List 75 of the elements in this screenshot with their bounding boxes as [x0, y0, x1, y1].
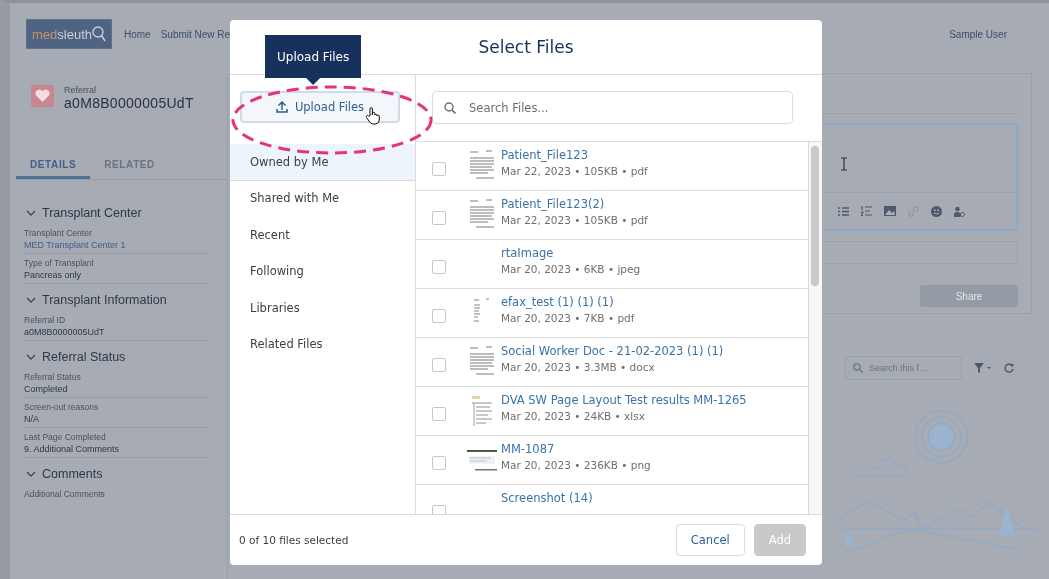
dialog-title: Select Files [478, 37, 574, 57]
magnifier-icon [92, 26, 106, 42]
checkbox[interactable] [432, 407, 446, 421]
scrollbar[interactable] [809, 142, 822, 514]
refresh-icon[interactable] [1004, 362, 1015, 374]
field-label: Screen-out reasons [24, 402, 100, 412]
chevron-down-icon[interactable] [26, 470, 36, 478]
record-tab[interactable]: DETAILS [16, 151, 91, 179]
checkbox[interactable] [432, 211, 446, 225]
file-details: Mar 22, 2023 • 105KB • pdf [501, 165, 648, 177]
user-name[interactable]: Sample User [949, 28, 1007, 40]
chevron-down-icon[interactable] [26, 296, 36, 304]
record-name: a0M8B0000005UdT [64, 95, 194, 111]
nav-item[interactable]: Libraries [230, 290, 415, 327]
section-title: Transplant Center [42, 206, 142, 220]
selection-count: 0 of 10 files selected [239, 534, 349, 546]
file-name[interactable]: efax_test (1) (1) (1) [501, 295, 635, 309]
nav-item[interactable]: Following [230, 253, 415, 290]
file-details: Mar 20, 2023 • 6KB • jpeg [501, 263, 641, 275]
file-name[interactable]: DVA SW Page Layout Test results MM-1265 [501, 393, 747, 407]
checkbox[interactable] [432, 309, 446, 323]
file-name[interactable]: Social Worker Doc - 21-02-2023 (1) (1) [501, 344, 724, 358]
field-value: Completed [24, 384, 209, 398]
field-value: N/A [24, 414, 209, 428]
hand-cursor-icon [365, 107, 381, 125]
checkbox[interactable] [432, 456, 446, 470]
field-value: 9. Additional Comments [24, 444, 209, 458]
nav-link[interactable]: Home [124, 28, 151, 40]
file-name[interactable]: MM-1087 [501, 442, 651, 456]
bulleted-list-icon[interactable] [838, 206, 849, 216]
file-name[interactable]: Patient_File123(2) [501, 197, 648, 211]
nav-item[interactable]: Shared with Me [230, 180, 415, 217]
text-cursor-icon [841, 157, 847, 171]
field-label: Type of Transplant [24, 258, 95, 268]
numbered-list-icon[interactable] [861, 206, 872, 216]
file-details: Mar 20, 2023 • 3.3MB • docx [501, 361, 656, 373]
upload-icon [275, 101, 288, 113]
file-details: Mar 22, 2023 • 105KB • pdf [501, 214, 648, 226]
mention-icon[interactable] [954, 205, 965, 217]
search-icon [853, 363, 863, 373]
nav-link[interactable]: Submit New Re [160, 28, 231, 40]
section-title: Referral Status [42, 350, 126, 364]
cancel-button[interactable]: Cancel [675, 524, 745, 556]
upload-files-button[interactable]: Upload Files [240, 91, 400, 123]
tooltip: Upload Files [265, 35, 362, 85]
file-name[interactable]: rtaImage [501, 246, 641, 260]
chevron-down-icon[interactable] [26, 209, 36, 217]
emoji-icon[interactable] [931, 205, 942, 217]
chevron-down-icon[interactable] [26, 353, 36, 361]
file-details: Mar 20, 2023 • 7KB • pdf [501, 312, 635, 324]
nav-item[interactable]: Owned by Me [230, 144, 415, 181]
section-title: Comments [42, 467, 103, 481]
logo[interactable]: medsleuth [26, 19, 112, 49]
file-name[interactable]: Screenshot (14) [501, 491, 593, 505]
field-label: Last Page Completed [24, 432, 107, 442]
spreadsheet-thumbnail [469, 394, 494, 428]
field-label: Referral Status [24, 372, 82, 382]
checkbox[interactable] [432, 260, 446, 274]
field-value: Pancreas only [24, 270, 209, 284]
image-icon[interactable] [884, 206, 896, 216]
file-details: Mar 20, 2023 • 236KB • png [501, 459, 651, 471]
file-details: Mar 20, 2023 • 24KB • xlsx [501, 410, 646, 422]
nav-item[interactable]: Related Files [230, 326, 415, 363]
field-label: Additional Comments [24, 489, 106, 499]
field-value[interactable]: MED Transplant Center 1 [24, 240, 209, 254]
field-label: Referral ID [24, 315, 67, 325]
record-type: Referral [64, 85, 97, 95]
field-value: a0M8B0000005UdT [24, 327, 209, 341]
checkbox[interactable] [432, 162, 446, 176]
nav-item[interactable]: Recent [230, 217, 415, 254]
file-name[interactable]: Patient_File123 [501, 148, 648, 162]
checkbox[interactable] [432, 358, 446, 372]
section-title: Transplant Information [42, 293, 167, 307]
field-label: Transplant Center [24, 228, 93, 238]
filter-icon[interactable] [974, 363, 992, 373]
